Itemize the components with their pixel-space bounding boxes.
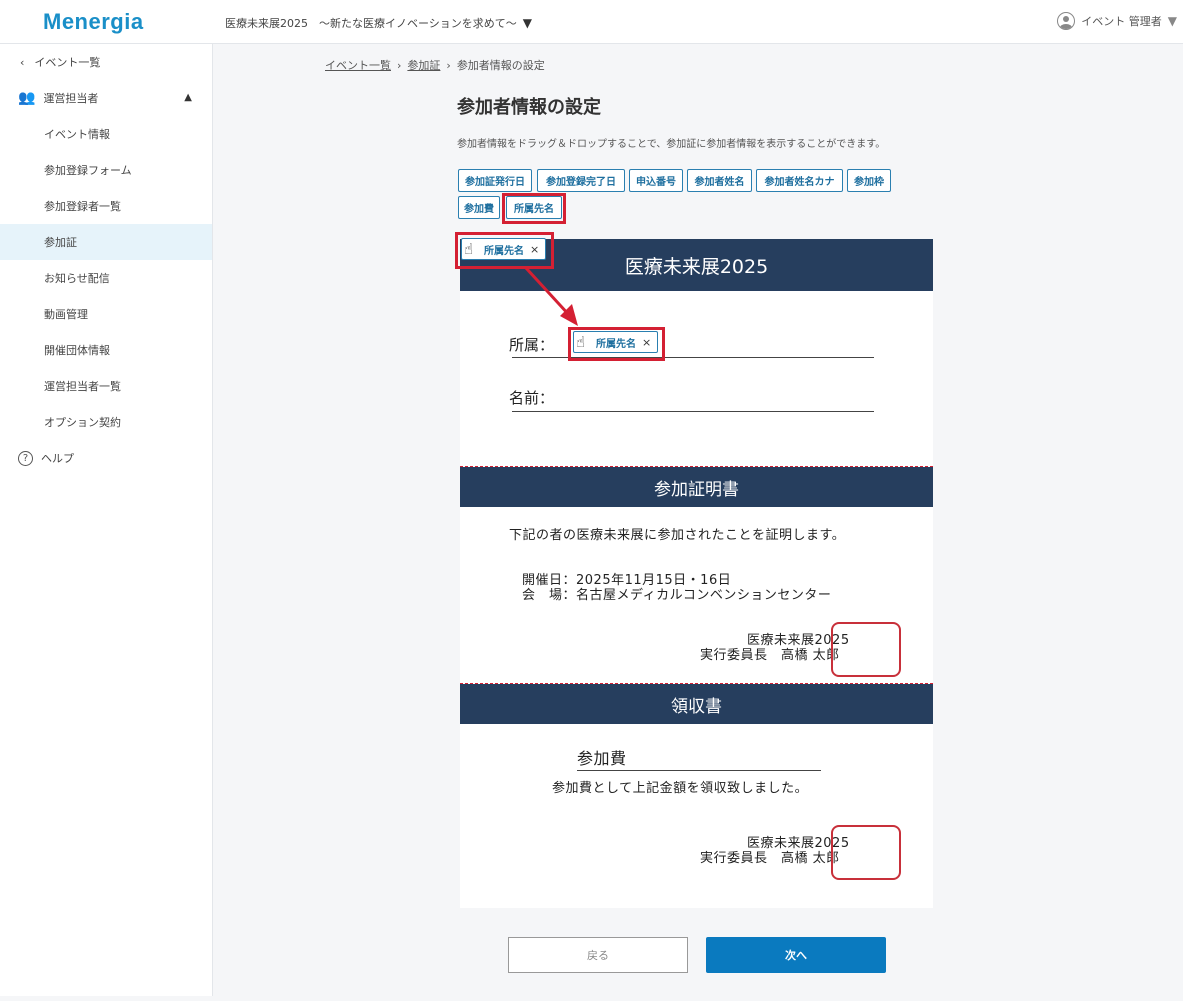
- certificate-venue: 会 場：名古屋メディカルコンベンションセンター: [522, 588, 832, 603]
- chevron-left-icon: ‹: [20, 55, 25, 69]
- chip-label: 所属先名: [596, 338, 636, 350]
- sidebar-item-participant-badge[interactable]: 参加証: [0, 224, 212, 260]
- sidebar-item-registration-form[interactable]: 参加登録フォーム: [0, 152, 212, 188]
- back-button[interactable]: 戻る: [508, 937, 688, 973]
- receipt-band: 領収書: [460, 684, 933, 724]
- sidebar-item-label: 運営担当者一覧: [44, 380, 121, 393]
- chevron-right-icon: ›: [446, 58, 451, 72]
- close-icon[interactable]: ×: [530, 243, 539, 256]
- arrow-line: [524, 266, 572, 318]
- user-avatar-icon: [1057, 12, 1076, 30]
- sidebar-item-label: お知らせ配信: [44, 272, 110, 285]
- sidebar-item-help[interactable]: ? ヘルプ: [0, 440, 212, 476]
- drag-arrow: [524, 266, 578, 326]
- sidebar-group-label: 運営担当者: [43, 92, 99, 105]
- chip-participation-slot[interactable]: 参加枠: [847, 169, 891, 192]
- chip-participant-name[interactable]: 参加者姓名: [687, 169, 752, 192]
- sidebar-item-label: イベント一覧: [34, 56, 101, 69]
- caret-down-icon: ▼: [1167, 14, 1177, 28]
- sidebar-item-notifications[interactable]: お知らせ配信: [0, 260, 212, 296]
- sidebar-item-label: 動画管理: [44, 308, 88, 321]
- badge-preview: 医療未来展2025 所属： 名前： 参加証明書 下記の者の医療未来展に参加された…: [460, 239, 933, 908]
- dragging-chip-affiliation[interactable]: ☝ 所属先名 ×: [461, 238, 547, 260]
- app-logo[interactable]: Menergia: [43, 9, 144, 35]
- seal-placeholder: [831, 825, 901, 880]
- sidebar-group-organizer[interactable]: 👥 運営担当者 ▲: [0, 80, 212, 116]
- certificate-statement: 下記の者の医療未来展に参加されたことを証明します。: [509, 528, 846, 543]
- sidebar-item-label: 開催団体情報: [44, 344, 110, 357]
- event-selector[interactable]: 医療未来展2025 ～新たな医療イノベーションを求めて～ ▼: [225, 15, 532, 31]
- receipt-item-line: [577, 770, 821, 771]
- sidebar-item-staff-list[interactable]: 運営担当者一覧: [0, 368, 212, 404]
- receipt-statement: 参加費として上記金額を領収致しました。: [552, 781, 809, 796]
- sidebar-back-to-events[interactable]: ‹ イベント一覧: [0, 44, 212, 80]
- chip-label: 所属先名: [484, 245, 524, 257]
- sidebar-item-label: 参加登録フォーム: [44, 164, 132, 177]
- grab-hand-icon: ☝: [464, 240, 474, 258]
- certificate-band: 参加証明書: [460, 467, 933, 507]
- next-button[interactable]: 次へ: [706, 937, 886, 973]
- breadcrumb-link-events[interactable]: イベント一覧: [325, 57, 391, 73]
- certificate-signer: 実行委員長 高橋 太郎: [700, 648, 840, 663]
- collapse-triangle-icon: ▲: [184, 92, 192, 103]
- top-header: Menergia 医療未来展2025 ～新たな医療イノベーションを求めて～ ▼ …: [0, 0, 1183, 44]
- receipt-signer: 実行委員長 高橋 太郎: [700, 851, 840, 866]
- people-icon: 👥: [18, 90, 36, 106]
- sidebar: ‹ イベント一覧 👥 運営担当者 ▲ イベント情報 参加登録フォーム 参加登録者…: [0, 44, 213, 996]
- name-line: [512, 411, 874, 412]
- seal-placeholder: [831, 622, 901, 677]
- sidebar-item-registrant-list[interactable]: 参加登録者一覧: [0, 188, 212, 224]
- name-label: 名前：: [509, 389, 555, 407]
- sidebar-item-label: 参加証: [44, 236, 77, 249]
- highlight-box: [502, 193, 566, 224]
- breadcrumb-current: 参加者情報の設定: [456, 59, 545, 72]
- sidebar-item-label: イベント情報: [44, 128, 110, 141]
- close-icon[interactable]: ×: [642, 336, 651, 349]
- sidebar-item-label: オプション契約: [44, 416, 121, 429]
- certificate-title: 参加証明書: [654, 479, 739, 500]
- chip-registration-complete-date[interactable]: 参加登録完了日: [537, 169, 625, 192]
- help-icon: ?: [18, 450, 33, 466]
- chip-issue-date[interactable]: 参加証発行日: [458, 169, 532, 192]
- sidebar-item-option-contract[interactable]: オプション契約: [0, 404, 212, 440]
- event-selector-label: 医療未来展2025 ～新たな医療イノベーションを求めて～: [225, 17, 517, 30]
- receipt-item: 参加費: [577, 749, 627, 768]
- user-name: イベント 管理者: [1081, 15, 1162, 28]
- sidebar-item-label: ヘルプ: [41, 452, 74, 465]
- breadcrumb: イベント一覧 › 参加証 › 参加者情報の設定: [325, 57, 545, 73]
- chevron-right-icon: ›: [397, 58, 402, 72]
- sidebar-item-video-management[interactable]: 動画管理: [0, 296, 212, 332]
- grab-hand-icon: ☝: [576, 333, 586, 351]
- breadcrumb-link-badge[interactable]: 参加証: [407, 57, 440, 73]
- user-menu[interactable]: イベント 管理者 ▼: [1057, 12, 1177, 30]
- affiliation-line: [512, 357, 874, 358]
- caret-down-icon: ▼: [522, 16, 533, 30]
- chip-application-number[interactable]: 申込番号: [629, 169, 683, 192]
- chip-participation-fee[interactable]: 参加費: [458, 196, 500, 219]
- chip-participant-name-kana[interactable]: 参加者姓名カナ: [756, 169, 843, 192]
- sidebar-item-event-info[interactable]: イベント情報: [0, 116, 212, 152]
- sidebar-item-organizer-info[interactable]: 開催団体情報: [0, 332, 212, 368]
- affiliation-label: 所属：: [509, 336, 555, 354]
- badge-title: 医療未来展2025: [624, 255, 769, 278]
- page-description: 参加者情報をドラッグ＆ドロップすることで、参加証に参加者情報を表示することができ…: [457, 139, 886, 150]
- dropped-chip-affiliation[interactable]: ☝ 所属先名 ×: [573, 331, 659, 353]
- sidebar-item-label: 参加登録者一覧: [44, 200, 121, 213]
- receipt-title: 領収書: [671, 696, 722, 717]
- page-title: 参加者情報の設定: [457, 97, 601, 118]
